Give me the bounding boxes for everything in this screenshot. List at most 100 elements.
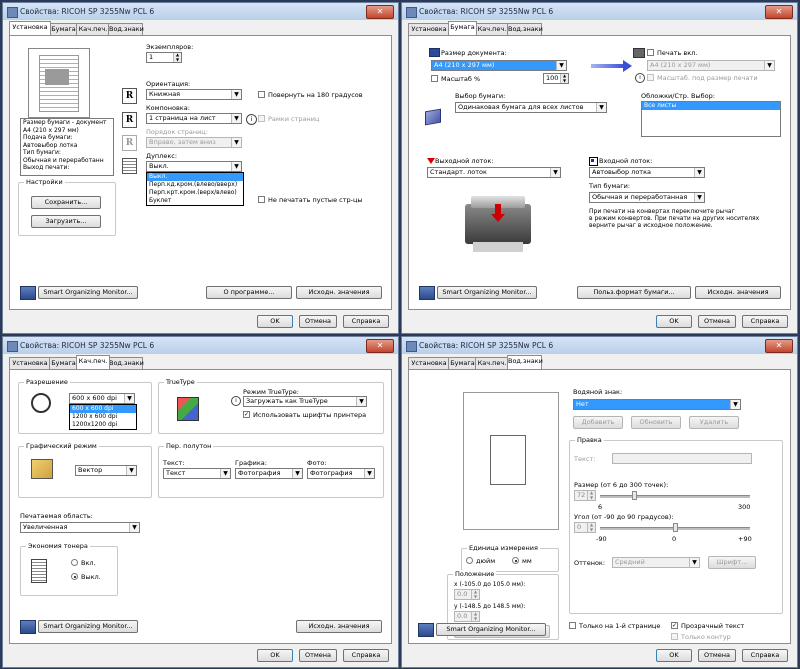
tab-setup[interactable]: Установка — [9, 357, 51, 369]
printer-fonts-checkbox[interactable]: ✓ — [243, 411, 250, 418]
add-watermark-button[interactable]: Добавить — [573, 416, 623, 429]
cancel-button[interactable]: Отмена — [698, 315, 736, 328]
help-button[interactable]: Справка — [742, 649, 788, 662]
close-button[interactable]: ✕ — [366, 5, 394, 19]
spin-arrows-icon[interactable]: ▲ ▼ — [587, 522, 595, 532]
mm-radio[interactable] — [512, 557, 519, 564]
duplex-select[interactable]: Выкл. ▼ — [146, 161, 242, 172]
cancel-button[interactable]: Отмена — [698, 649, 736, 662]
print-area-select[interactable]: Увеличенная ▼ — [20, 522, 140, 533]
tab-paper[interactable]: Бумага — [448, 357, 477, 369]
custom-paper-button[interactable]: Польз.формат бумаги... — [577, 286, 691, 299]
help-button[interactable]: Справка — [343, 315, 389, 328]
page-borders-checkbox[interactable] — [258, 115, 265, 122]
tab-quality[interactable]: Кач.печ. — [76, 23, 110, 35]
tab-setup[interactable]: Установка — [408, 357, 450, 369]
resolution-option[interactable]: 1200 x 600 dpi — [70, 413, 136, 421]
tab-quality[interactable]: Кач.печ. — [475, 357, 509, 369]
angle-spinner[interactable]: 0 ▲ ▼ — [574, 522, 596, 533]
scale-to-paper-checkbox[interactable] — [647, 74, 654, 81]
outline-only-checkbox[interactable] — [671, 633, 678, 640]
tab-paper[interactable]: Бумага — [49, 23, 78, 35]
tab-watermarks[interactable]: Вод.знаки — [507, 355, 543, 369]
tab-setup[interactable]: Установка — [408, 23, 450, 35]
smart-monitor-button[interactable]: Smart Organizing Monitor... — [38, 286, 138, 299]
size-slider-thumb[interactable] — [631, 491, 637, 500]
ok-button[interactable]: OK — [656, 315, 692, 328]
transparent-text-checkbox[interactable]: ✓ — [671, 622, 678, 629]
duplex-option[interactable]: Перп.кд.кром.(влево/вверх) — [147, 181, 243, 189]
output-tray-select[interactable]: Стандарт. лоток ▼ — [427, 167, 561, 178]
duplex-option[interactable]: Буклет — [147, 197, 243, 205]
toner-off-radio[interactable] — [71, 573, 78, 580]
tab-paper[interactable]: Бумага — [448, 21, 477, 35]
watermark-select[interactable]: Нет ▼ — [573, 399, 741, 410]
y-spinner[interactable]: 0.0 ▲ ▼ — [454, 611, 480, 622]
text-halftone-select[interactable]: Текст ▼ — [163, 468, 231, 479]
help-button[interactable]: Справка — [742, 315, 788, 328]
angle-slider-thumb[interactable] — [673, 523, 678, 532]
print-on-checkbox[interactable] — [647, 49, 654, 56]
orientation-select[interactable]: Книжная ▼ — [146, 89, 242, 100]
paper-type-select[interactable]: Обычная и переработанная ▼ — [589, 192, 705, 203]
cancel-button[interactable]: Отмена — [299, 649, 337, 662]
load-button[interactable]: Загрузить... — [31, 215, 101, 228]
tab-watermarks[interactable]: Вод.знаки — [507, 23, 543, 35]
close-button[interactable]: ✕ — [366, 339, 394, 353]
inch-radio[interactable] — [466, 557, 473, 564]
size-slider-track[interactable] — [600, 495, 750, 498]
delete-watermark-button[interactable]: Удалить — [689, 416, 739, 429]
tab-watermarks[interactable]: Вод.знаки — [108, 357, 144, 369]
graphics-mode-select[interactable]: Вектор ▼ — [75, 465, 137, 476]
tab-setup[interactable]: Установка — [9, 21, 51, 35]
tab-quality[interactable]: Кач.печ. — [475, 23, 509, 35]
save-button[interactable]: Сохранить... — [31, 196, 101, 209]
watermark-text-field[interactable] — [612, 453, 752, 464]
ok-button[interactable]: OK — [257, 649, 293, 662]
smart-monitor-button[interactable]: Smart Organizing Monitor... — [437, 286, 537, 299]
rotate-checkbox[interactable] — [258, 91, 265, 98]
truetype-mode-select[interactable]: Загружать как TrueType ▼ — [243, 396, 367, 407]
doc-size-select[interactable]: A4 (210 x 297 мм) ▼ — [431, 60, 567, 71]
shade-select[interactable]: Средний ▼ — [612, 557, 700, 568]
scale-spinner[interactable]: 100 ▲ ▼ — [543, 73, 569, 84]
print-on-select[interactable]: A4 (210 x 297 мм) ▼ — [647, 60, 775, 71]
resolution-option[interactable]: 1200x1200 dpi — [70, 421, 136, 429]
defaults-button[interactable]: Исходн. значения — [296, 620, 382, 633]
close-button[interactable]: ✕ — [765, 5, 793, 19]
duplex-option[interactable]: Перп.крт.кром.(верх/влево) — [147, 189, 243, 197]
spin-arrows-icon[interactable]: ▲ ▼ — [471, 611, 479, 621]
copies-spinner[interactable]: 1 ▲ ▼ — [146, 52, 182, 63]
tab-paper[interactable]: Бумага — [49, 357, 78, 369]
covers-list[interactable]: Все листы — [641, 101, 781, 137]
toner-on-radio[interactable] — [71, 559, 78, 566]
ok-button[interactable]: OK — [257, 315, 293, 328]
first-page-only-checkbox[interactable] — [569, 622, 576, 629]
covers-item[interactable]: Все листы — [642, 102, 780, 110]
page-order-select[interactable]: Вправо, затем вниз ▼ — [146, 137, 242, 148]
smart-monitor-button[interactable]: Smart Organizing Monitor... — [436, 623, 546, 636]
ok-button[interactable]: OK — [656, 649, 692, 662]
skip-blank-checkbox[interactable] — [258, 196, 265, 203]
settings-summary-list[interactable]: Размер бумаги - документ A4 (210 x 297 м… — [20, 118, 114, 176]
defaults-button[interactable]: Исходн. значения — [695, 286, 781, 299]
layout-select[interactable]: 1 страница на лист ▼ — [146, 113, 242, 124]
spin-arrows-icon[interactable]: ▲ ▼ — [587, 490, 595, 500]
graphics-halftone-select[interactable]: Фотография ▼ — [235, 468, 303, 479]
scale-checkbox[interactable] — [431, 75, 438, 82]
duplex-option[interactable]: Выкл. — [147, 173, 243, 181]
spin-arrows-icon[interactable]: ▲ ▼ — [560, 73, 568, 83]
cancel-button[interactable]: Отмена — [299, 315, 337, 328]
defaults-button[interactable]: Исходн. значения — [296, 286, 382, 299]
about-button[interactable]: О программе... — [206, 286, 292, 299]
smart-monitor-button[interactable]: Smart Organizing Monitor... — [38, 620, 138, 633]
spin-arrows-icon[interactable]: ▲ ▼ — [173, 52, 181, 62]
help-button[interactable]: Справка — [343, 649, 389, 662]
paper-select[interactable]: Одинаковая бумага для всех листов ▼ — [455, 102, 607, 113]
tab-watermarks[interactable]: Вод.знаки — [108, 23, 144, 35]
resolution-select[interactable]: 600 x 600 dpi ▼ — [69, 393, 135, 404]
tab-quality[interactable]: Кач.печ. — [76, 355, 110, 369]
photo-halftone-select[interactable]: Фотография ▼ — [307, 468, 375, 479]
input-tray-select[interactable]: Автовыбор лотка ▼ — [589, 167, 705, 178]
x-spinner[interactable]: 0.0 ▲ ▼ — [454, 589, 480, 600]
